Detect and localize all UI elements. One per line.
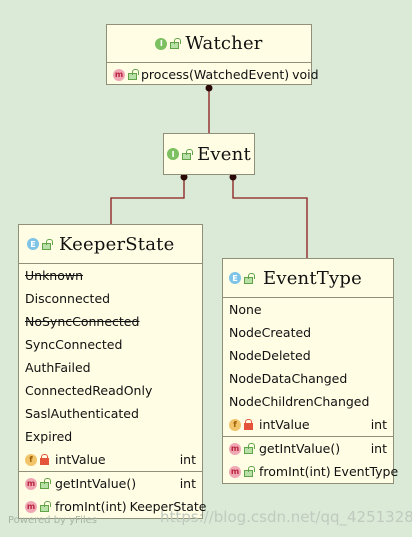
public-visibility-icon xyxy=(128,69,139,80)
method-icon: m xyxy=(25,477,37,490)
private-visibility-icon xyxy=(40,454,49,465)
event-header: I Event xyxy=(164,134,254,174)
eventtype-field-intvalue[interactable]: f intValue int xyxy=(223,413,393,436)
keeperstate-title: KeeperState xyxy=(59,233,175,255)
enum-constant: SaslAuthenticated xyxy=(25,406,139,421)
method-return-type: EventType xyxy=(333,464,399,479)
enum-constant: NodeDeleted xyxy=(229,348,311,363)
watcher-header: I Watcher xyxy=(107,25,311,63)
event-title: Event xyxy=(197,143,251,165)
public-visibility-icon xyxy=(244,443,255,454)
method-signature: fromInt(int) xyxy=(55,499,127,514)
watcher-class-box[interactable]: I Watcher m process(WatchedEvent) void xyxy=(106,24,319,86)
private-visibility-icon xyxy=(244,419,253,430)
watcher-title: Watcher xyxy=(185,33,263,54)
method-signature: fromInt(int) xyxy=(259,464,331,479)
enum-icon: E xyxy=(27,238,39,250)
enum-constant: ConnectedReadOnly xyxy=(25,383,153,398)
field-type: int xyxy=(370,417,387,432)
enum-constant: NodeDataChanged xyxy=(229,371,348,386)
keeperstate-method-getintvalue[interactable]: m getIntValue() int xyxy=(19,472,202,495)
enum-constant: Expired xyxy=(25,429,73,444)
yfiles-watermark: Powered by yFiles xyxy=(8,515,97,526)
method-signature: process(WatchedEvent) xyxy=(141,67,290,82)
method-return-type: int xyxy=(179,476,196,491)
eventtype-title: EventType xyxy=(263,267,362,289)
keeperstate-field-intvalue[interactable]: f intValue int xyxy=(19,448,202,471)
enum-constant: NodeChildrenChanged xyxy=(229,394,370,409)
enum-constant: NodeCreated xyxy=(229,325,312,340)
public-visibility-icon xyxy=(182,148,194,160)
field-icon: f xyxy=(25,453,37,466)
eventtype-method-getintvalue[interactable]: m getIntValue() int xyxy=(223,437,393,460)
interface-icon: I xyxy=(167,148,180,160)
enum-constant: NoSyncConnected xyxy=(25,314,140,329)
public-visibility-icon xyxy=(40,501,51,512)
interface-icon: I xyxy=(155,37,168,50)
method-icon: m xyxy=(25,500,37,513)
eventtype-header: E EventType xyxy=(223,259,393,298)
csdn-watermark: https://blog.csdn.net/qq_42513284 xyxy=(160,508,412,526)
public-visibility-icon xyxy=(170,38,182,49)
method-icon: m xyxy=(229,465,241,478)
public-visibility-icon xyxy=(42,238,53,250)
watcher-method-process[interactable]: m process(WatchedEvent) void xyxy=(107,63,319,86)
field-type: int xyxy=(179,452,196,467)
enum-constant: Disconnected xyxy=(25,291,111,306)
public-visibility-icon xyxy=(244,272,255,284)
event-class-box[interactable]: I Event xyxy=(163,133,255,175)
field-name: intValue xyxy=(55,452,106,467)
keeperstate-class-box[interactable]: E KeeperState Unknown Disconnected NoSyn… xyxy=(18,224,206,519)
public-visibility-icon xyxy=(244,466,255,477)
enum-constant: None xyxy=(229,302,262,317)
enum-icon: E xyxy=(229,272,241,284)
method-return-type: int xyxy=(370,441,387,456)
method-icon: m xyxy=(229,442,241,455)
eventtype-method-fromint[interactable]: m fromInt(int) EventType xyxy=(223,460,398,483)
method-return-type: void xyxy=(292,67,319,82)
method-signature: getIntValue() xyxy=(259,441,341,456)
public-visibility-icon xyxy=(40,478,51,489)
enum-constant: SyncConnected xyxy=(25,337,123,352)
enum-constant: Unknown xyxy=(25,268,84,283)
method-signature: getIntValue() xyxy=(55,476,137,491)
method-icon: m xyxy=(113,68,125,81)
enum-constant: AuthFailed xyxy=(25,360,91,375)
keeperstate-header: E KeeperState xyxy=(19,225,202,264)
field-icon: f xyxy=(229,418,241,431)
field-name: intValue xyxy=(259,417,310,432)
eventtype-class-box[interactable]: E EventType None NodeCreated NodeDeleted… xyxy=(222,258,398,484)
